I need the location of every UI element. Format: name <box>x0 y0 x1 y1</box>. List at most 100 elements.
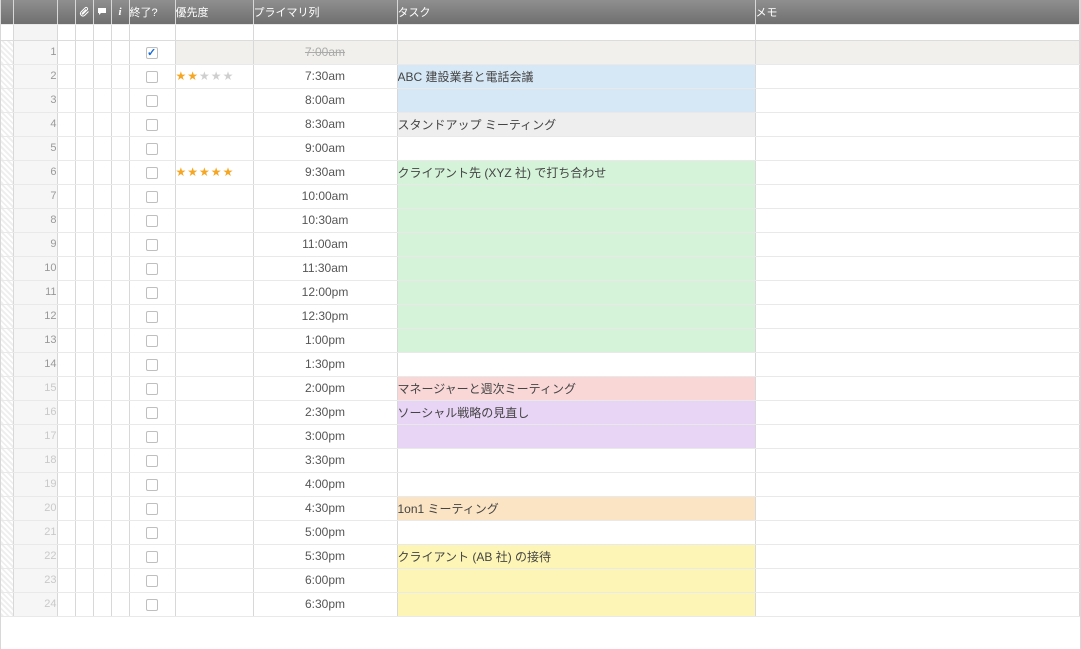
row-info-cell[interactable] <box>111 592 129 616</box>
header-memo[interactable]: メモ <box>755 0 1080 24</box>
row-attachment-cell[interactable] <box>75 520 93 544</box>
done-checkbox[interactable] <box>146 239 158 251</box>
done-cell[interactable] <box>129 400 175 424</box>
done-checkbox[interactable] <box>146 551 158 563</box>
row-info-cell[interactable] <box>111 136 129 160</box>
memo-cell[interactable] <box>755 352 1080 376</box>
priority-cell[interactable] <box>175 256 253 280</box>
row-number[interactable]: 13 <box>13 328 57 352</box>
memo-cell[interactable] <box>755 160 1080 184</box>
row-comment-cell[interactable] <box>93 304 111 328</box>
table-row[interactable]: 6★★★★★9:30amクライアント先 (XYZ 社) で打ち合わせ <box>1 160 1080 184</box>
done-checkbox[interactable] <box>146 311 158 323</box>
row-attachment-cell[interactable] <box>75 256 93 280</box>
row-comment-cell[interactable] <box>93 400 111 424</box>
table-row[interactable]: 183:30pm <box>1 448 1080 472</box>
done-cell[interactable] <box>129 472 175 496</box>
primary-cell[interactable]: 3:30pm <box>253 448 397 472</box>
task-cell[interactable] <box>397 88 755 112</box>
priority-cell[interactable] <box>175 232 253 256</box>
row-number[interactable]: 12 <box>13 304 57 328</box>
row-comment-cell[interactable] <box>93 496 111 520</box>
row-info-cell[interactable] <box>111 520 129 544</box>
row-info-cell[interactable] <box>111 400 129 424</box>
done-cell[interactable] <box>129 64 175 88</box>
table-row[interactable]: 710:00am <box>1 184 1080 208</box>
priority-cell[interactable] <box>175 400 253 424</box>
row-number[interactable]: 5 <box>13 136 57 160</box>
row-attachment-cell[interactable] <box>75 184 93 208</box>
row-number[interactable]: 17 <box>13 424 57 448</box>
done-checkbox[interactable] <box>146 287 158 299</box>
done-cell[interactable] <box>129 280 175 304</box>
primary-cell[interactable]: 5:00pm <box>253 520 397 544</box>
memo-cell[interactable] <box>755 232 1080 256</box>
row-attachment-cell[interactable] <box>75 64 93 88</box>
header-rownum[interactable] <box>13 0 57 24</box>
task-cell[interactable] <box>397 472 755 496</box>
row-comment-cell[interactable] <box>93 136 111 160</box>
header-task[interactable]: タスク <box>397 0 755 24</box>
priority-cell[interactable] <box>175 472 253 496</box>
row-blank-cell[interactable] <box>57 520 75 544</box>
done-cell[interactable] <box>129 40 175 64</box>
done-checkbox[interactable] <box>146 359 158 371</box>
row-number[interactable]: 15 <box>13 376 57 400</box>
done-checkbox[interactable] <box>146 575 158 587</box>
row-blank-cell[interactable] <box>57 496 75 520</box>
row-attachment-cell[interactable] <box>75 304 93 328</box>
primary-cell[interactable]: 9:30am <box>253 160 397 184</box>
row-blank-cell[interactable] <box>57 328 75 352</box>
row-comment-cell[interactable] <box>93 184 111 208</box>
priority-cell[interactable] <box>175 496 253 520</box>
row-attachment-cell[interactable] <box>75 472 93 496</box>
task-cell[interactable] <box>397 352 755 376</box>
row-blank-cell[interactable] <box>57 256 75 280</box>
row-blank-cell[interactable] <box>57 352 75 376</box>
row-info-cell[interactable] <box>111 112 129 136</box>
done-checkbox[interactable] <box>146 503 158 515</box>
row-number[interactable]: 22 <box>13 544 57 568</box>
primary-cell[interactable]: 7:30am <box>253 64 397 88</box>
task-cell[interactable] <box>397 184 755 208</box>
done-checkbox[interactable] <box>146 263 158 275</box>
row-comment-cell[interactable] <box>93 352 111 376</box>
done-cell[interactable] <box>129 424 175 448</box>
row-blank-cell[interactable] <box>57 64 75 88</box>
row-number[interactable]: 23 <box>13 568 57 592</box>
row-attachment-cell[interactable] <box>75 352 93 376</box>
memo-cell[interactable] <box>755 112 1080 136</box>
row-comment-cell[interactable] <box>93 256 111 280</box>
row-attachment-cell[interactable] <box>75 208 93 232</box>
row-comment-cell[interactable] <box>93 160 111 184</box>
row-number[interactable]: 1 <box>13 40 57 64</box>
row-blank-cell[interactable] <box>57 448 75 472</box>
table-row[interactable]: 131:00pm <box>1 328 1080 352</box>
done-cell[interactable] <box>129 256 175 280</box>
row-comment-cell[interactable] <box>93 520 111 544</box>
row-attachment-cell[interactable] <box>75 400 93 424</box>
memo-cell[interactable] <box>755 184 1080 208</box>
done-cell[interactable] <box>129 160 175 184</box>
row-attachment-cell[interactable] <box>75 376 93 400</box>
primary-cell[interactable]: 3:00pm <box>253 424 397 448</box>
priority-cell[interactable] <box>175 328 253 352</box>
priority-cell[interactable] <box>175 40 253 64</box>
row-blank-cell[interactable] <box>57 424 75 448</box>
done-checkbox[interactable] <box>146 143 158 155</box>
row-comment-cell[interactable] <box>93 448 111 472</box>
primary-cell[interactable]: 4:00pm <box>253 472 397 496</box>
memo-cell[interactable] <box>755 88 1080 112</box>
priority-cell[interactable] <box>175 448 253 472</box>
task-cell[interactable] <box>397 40 755 64</box>
row-attachment-cell[interactable] <box>75 280 93 304</box>
task-cell[interactable]: スタンドアップ ミーティング <box>397 112 755 136</box>
priority-cell[interactable] <box>175 568 253 592</box>
task-cell[interactable] <box>397 280 755 304</box>
task-cell[interactable] <box>397 136 755 160</box>
memo-cell[interactable] <box>755 64 1080 88</box>
task-cell[interactable] <box>397 256 755 280</box>
row-info-cell[interactable] <box>111 424 129 448</box>
table-row[interactable]: 204:30pm1on1 ミーティング <box>1 496 1080 520</box>
row-info-cell[interactable] <box>111 256 129 280</box>
